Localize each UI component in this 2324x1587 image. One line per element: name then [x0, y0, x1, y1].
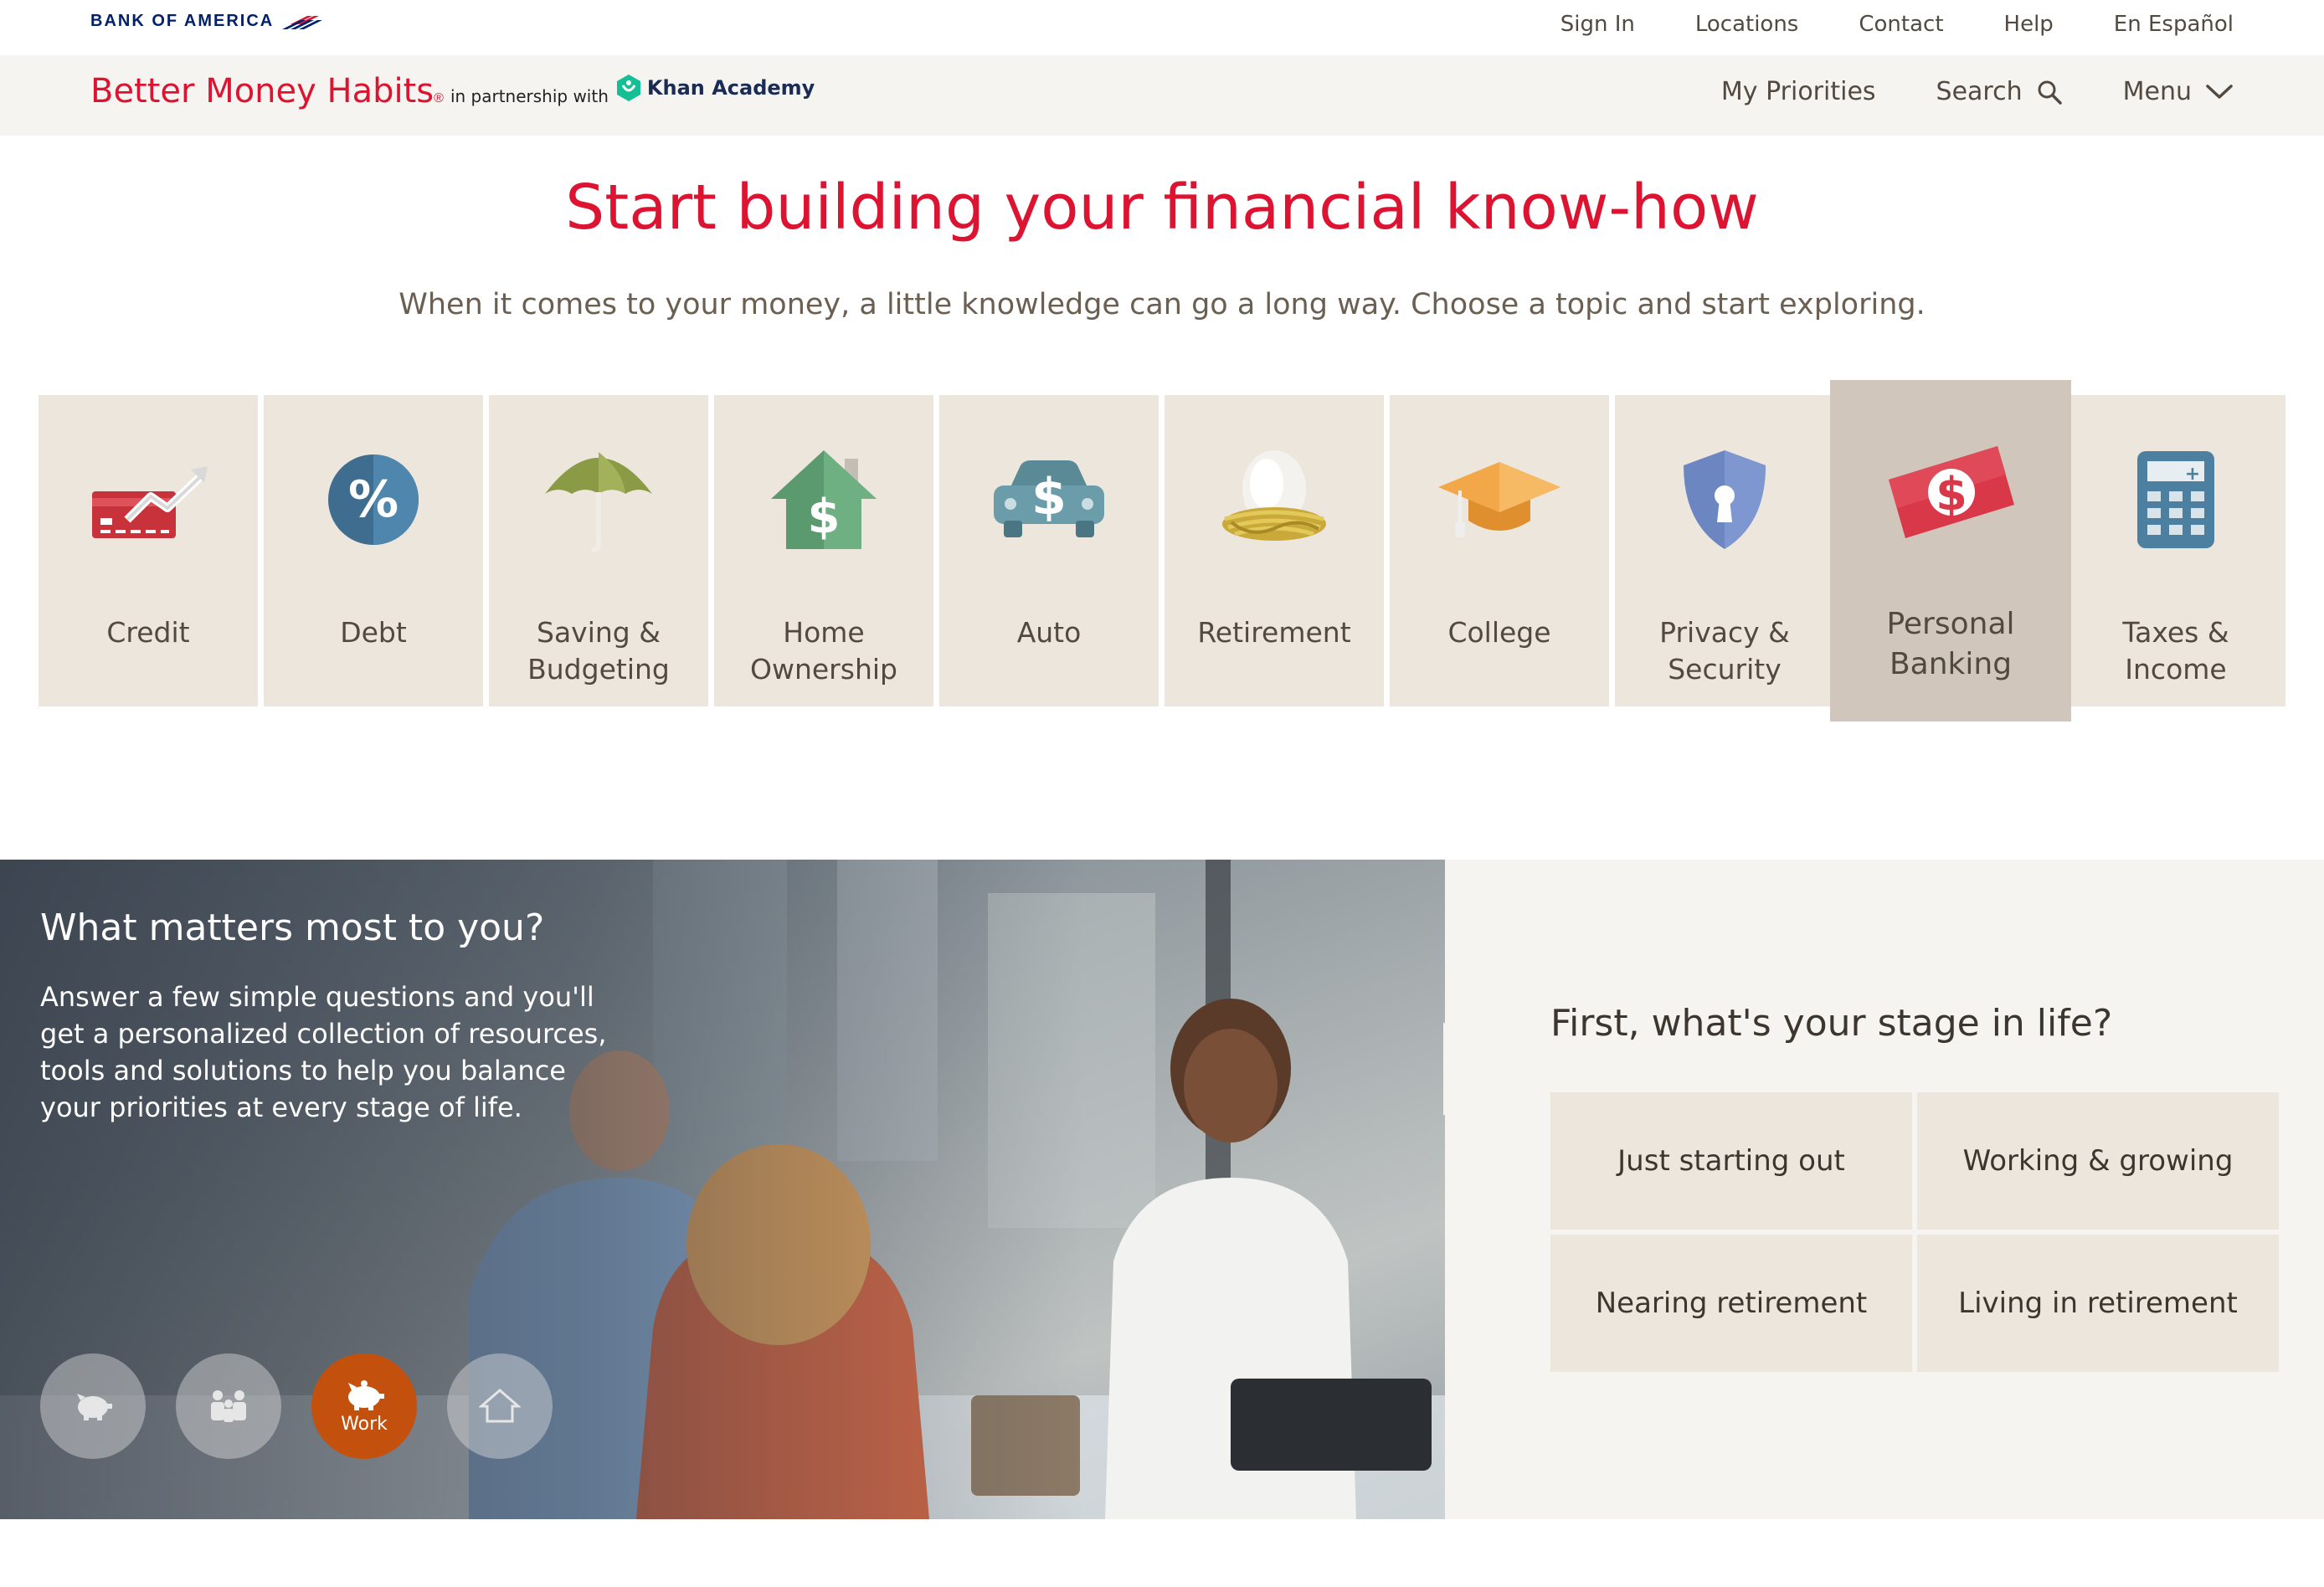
page-subtitle: When it comes to your money, a little kn… — [398, 288, 1926, 321]
priorities-section: What matters most to you? Answer a few s… — [0, 860, 2324, 1519]
svg-text:$: $ — [1031, 468, 1067, 526]
topic-tile-retirement[interactable]: Retirement — [1165, 395, 1384, 706]
svg-text:$: $ — [1936, 468, 1967, 521]
stage-option-label: Nearing retirement — [1595, 1287, 1868, 1320]
menu-label: Menu — [2122, 77, 2192, 106]
topic-label: Home Ownership — [750, 616, 897, 686]
page-title: Start building your financial know-how — [565, 172, 1759, 244]
khan-academy-name: Khan Academy — [646, 76, 815, 100]
topic-tile-privacy-security[interactable]: Privacy & Security — [1615, 395, 1834, 706]
sign-in-link[interactable]: Sign In — [1560, 12, 1635, 37]
espanol-link[interactable]: En Español — [2114, 12, 2234, 37]
priority-circle-label: Work — [341, 1413, 388, 1435]
stage-option-label: Just starting out — [1617, 1144, 1845, 1178]
topic-label: Personal Banking — [1886, 607, 2015, 681]
stage-option-living-in-retirement[interactable]: Living in retirement — [1917, 1235, 2279, 1372]
stage-question: First, what's your stage in life? — [1550, 1002, 2113, 1045]
car-dollar-icon: $ — [994, 460, 1104, 537]
topic-tile-auto[interactable]: $ Auto — [939, 395, 1159, 706]
search-button[interactable]: Search — [1936, 77, 2063, 106]
topic-tile-taxes-income[interactable]: + Taxes & Income — [2066, 395, 2285, 706]
utility-bar: BANK OF AMERICA Sign In Locations Contac… — [0, 0, 2324, 55]
priorities-question: What matters most to you? — [40, 906, 545, 949]
brand-logo[interactable]: Better Money Habits ® in partnership wit… — [90, 72, 815, 110]
topic-label: Taxes & Income — [2122, 616, 2229, 686]
topic-label: Retirement — [1197, 616, 1351, 649]
graduation-cap-icon — [1438, 462, 1560, 537]
topic-tile-college[interactable]: College — [1390, 395, 1609, 706]
shield-lock-icon — [1684, 450, 1766, 549]
topic-label: College — [1447, 616, 1551, 649]
calculator-icon: + — [2137, 451, 2214, 548]
nest-egg-icon — [1222, 450, 1326, 541]
contact-link[interactable]: Contact — [1859, 12, 1943, 37]
khan-academy-logo: Khan Academy — [615, 74, 815, 102]
search-label: Search — [1936, 77, 2023, 106]
stage-options: Just starting out Working & growing Near… — [1550, 1092, 2279, 1374]
stage-option-just-starting-out[interactable]: Just starting out — [1550, 1092, 1912, 1230]
priority-circle-work[interactable]: Work — [311, 1353, 417, 1459]
topic-label: Privacy & Security — [1659, 616, 1790, 686]
topic-label: Auto — [1016, 616, 1082, 649]
main-nav: Better Money Habits ® in partnership wit… — [0, 55, 2324, 136]
menu-button[interactable]: Menu — [2123, 77, 2234, 106]
topic-label: Saving & Budgeting — [527, 616, 670, 686]
help-link[interactable]: Help — [2004, 12, 2054, 37]
search-icon — [2038, 80, 2062, 105]
topic-tile-saving-budgeting[interactable]: Saving & Budgeting — [489, 395, 708, 706]
life-stage-panel: First, what's your stage in life? Just s… — [1443, 860, 2324, 1519]
topic-label: Credit — [106, 616, 190, 649]
chevron-down-icon — [2206, 84, 2233, 99]
locations-link[interactable]: Locations — [1695, 12, 1799, 37]
priority-circles: Work — [40, 1353, 583, 1459]
meeting-photo: What matters most to you? Answer a few s… — [0, 860, 1445, 1519]
nav-actions: My Priorities Search Menu — [1661, 77, 2234, 106]
topic-tile-home-ownership[interactable]: $ Home Ownership — [714, 395, 933, 706]
topic-tile-credit[interactable]: Credit — [39, 395, 258, 706]
logo-wordmark: BANK OF AMERICA — [90, 12, 275, 30]
piggy-bank-icon — [77, 1394, 112, 1420]
panel-pointer — [1443, 1022, 1490, 1116]
my-priorities-link[interactable]: My Priorities — [1721, 77, 1876, 106]
umbrella-icon — [545, 452, 652, 552]
stage-option-working-growing[interactable]: Working & growing — [1917, 1092, 2279, 1230]
svg-text:+: + — [2185, 464, 2200, 485]
credit-card-icon — [92, 466, 208, 538]
priorities-description: Answer a few simple questions and you'll… — [40, 981, 607, 1123]
priority-circle-home[interactable] — [447, 1353, 553, 1459]
priority-circle-family[interactable] — [176, 1353, 281, 1459]
bank-of-america-logo[interactable]: BANK OF AMERICA — [90, 12, 326, 31]
stage-option-label: Working & growing — [1962, 1144, 2234, 1178]
topic-tile-debt[interactable]: % Debt — [264, 395, 483, 706]
stage-option-nearing-retirement[interactable]: Nearing retirement — [1550, 1235, 1912, 1372]
svg-text:$: $ — [808, 490, 841, 544]
my-priorities-label: My Priorities — [1720, 77, 1876, 106]
partner-text: in partnership with — [450, 86, 609, 106]
dollar-bill-icon: $ — [1889, 446, 2014, 538]
piggy-bank-icon — [348, 1379, 384, 1410]
topic-tiles: Credit % Debt Saving & Budgeting $ Home … — [39, 380, 2285, 722]
family-icon — [211, 1390, 246, 1422]
brand-name: Better Money Habits — [90, 72, 434, 110]
priority-circle-savings[interactable] — [40, 1353, 146, 1459]
percent-icon: % — [328, 455, 419, 545]
home-icon — [479, 1389, 521, 1423]
topic-label: Debt — [340, 616, 407, 649]
utility-links: Sign In Locations Contact Help En Españo… — [1500, 12, 2234, 37]
brand-registered: ® — [434, 91, 444, 105]
flag-icon — [282, 15, 323, 29]
khan-hexagon-icon — [616, 74, 640, 101]
house-dollar-icon: $ — [771, 450, 877, 549]
topic-tile-personal-banking[interactable]: $ Personal Banking — [1830, 380, 2071, 722]
svg-text:%: % — [348, 470, 398, 529]
stage-option-label: Living in retirement — [1958, 1287, 2238, 1320]
